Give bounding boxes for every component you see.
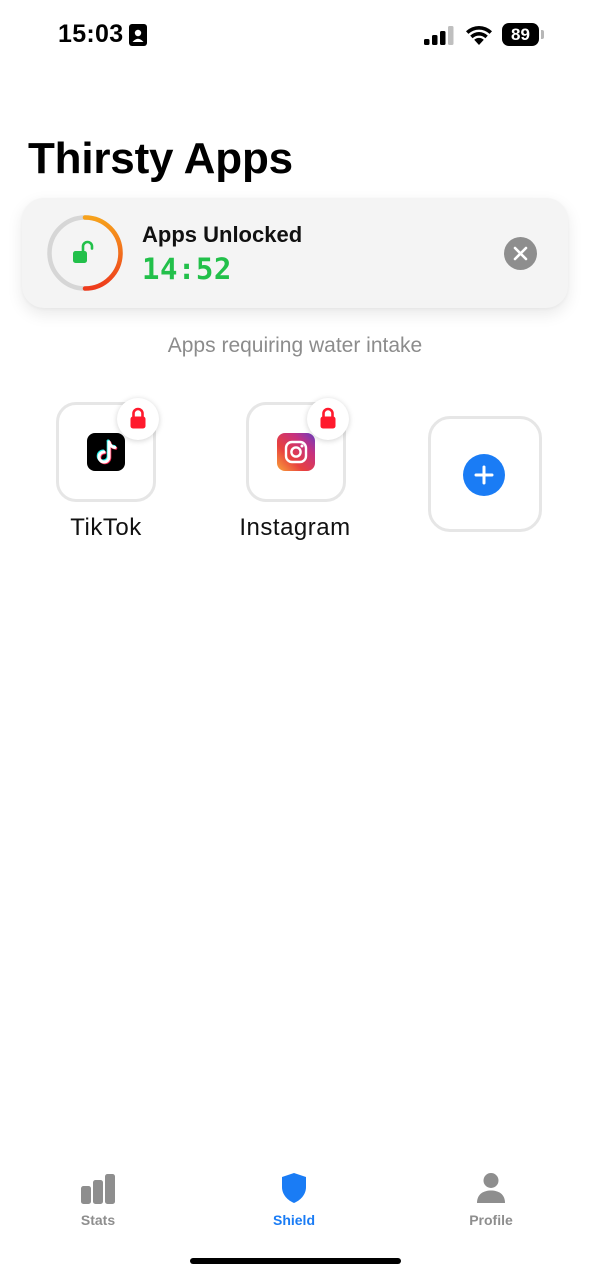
add-app-button[interactable]	[428, 416, 542, 532]
tab-stats[interactable]: Stats	[38, 1160, 158, 1232]
plus-icon	[463, 454, 505, 496]
status-bar: 15:03 89	[0, 0, 590, 70]
tab-label-shield: Shield	[272, 1212, 315, 1228]
close-button[interactable]	[504, 237, 537, 270]
app-label-tiktok: TikTok	[70, 514, 142, 541]
instagram-icon	[277, 433, 315, 471]
battery-cap	[541, 30, 544, 39]
locked-badge	[307, 398, 349, 440]
shield-icon	[282, 1173, 306, 1203]
id-card-icon	[129, 24, 147, 46]
person-icon	[477, 1173, 505, 1203]
close-icon	[513, 246, 528, 261]
wifi-icon	[466, 26, 492, 45]
app-label-instagram: Instagram	[239, 514, 351, 541]
padlock-icon	[130, 407, 146, 429]
tab-shield[interactable]: Shield	[234, 1160, 354, 1232]
locked-badge	[117, 398, 159, 440]
signal-icon	[424, 26, 454, 45]
page-title: Thirsty Apps	[28, 134, 293, 183]
tiktok-icon	[87, 433, 125, 471]
screen: 15:03 89 Thirsty Apps Apps Unlocked 14:5…	[0, 0, 590, 1276]
unlock-status-card: Apps Unlocked 14:52	[22, 198, 568, 308]
unlocked-padlock-icon	[73, 240, 94, 263]
padlock-icon	[320, 407, 336, 429]
tab-label-profile: Profile	[469, 1212, 513, 1228]
tab-bar: Stats Shield Profile	[0, 1160, 590, 1240]
bar-chart-icon	[81, 1174, 115, 1204]
battery-icon: 89	[502, 23, 539, 46]
unlock-status-title: Apps Unlocked	[142, 222, 303, 247]
home-indicator	[190, 1258, 401, 1264]
unlock-countdown: 14:52	[142, 252, 232, 286]
tab-label-stats: Stats	[80, 1212, 116, 1228]
tab-profile[interactable]: Profile	[431, 1160, 551, 1232]
status-time: 15:03	[58, 20, 124, 48]
section-subtitle: Apps requiring water intake	[167, 334, 423, 357]
